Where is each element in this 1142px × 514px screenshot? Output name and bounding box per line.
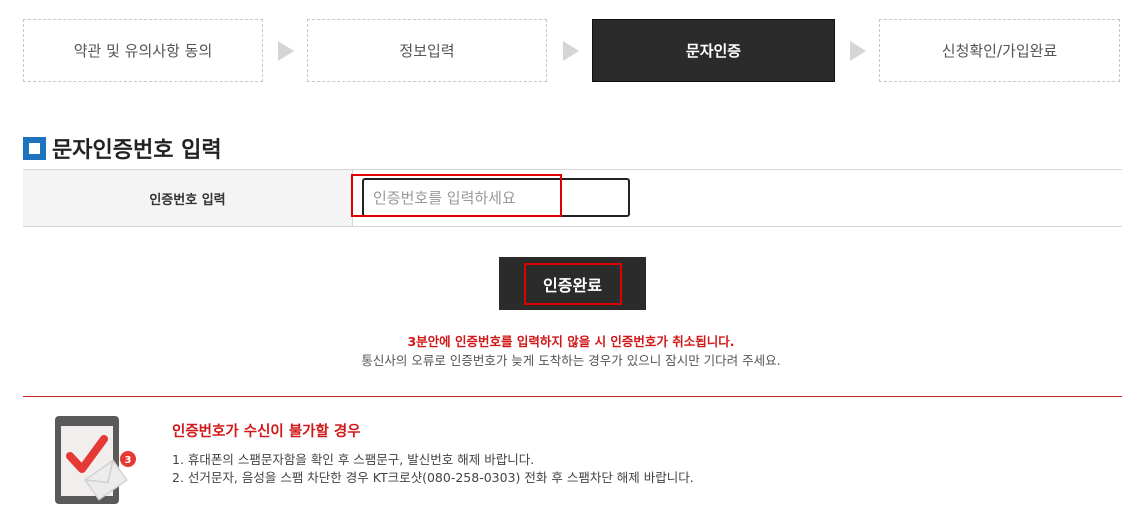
list-item: 2. 선거문자, 음성을 스팸 차단한 경우 KT크로샷(080-258-030… — [172, 470, 694, 485]
step-label: 신청확인/가입완료 — [941, 42, 1058, 60]
phone-check-icon: 3 — [55, 416, 136, 504]
step-complete: 신청확인/가입완료 — [879, 19, 1120, 82]
step-label: 정보입력 — [399, 42, 455, 60]
step-label: 약관 및 유의사항 동의 — [73, 42, 213, 60]
help-list: 1. 휴대폰의 스팸문자함을 확인 후 스팸문구, 발신번호 해제 바랍니다. … — [172, 451, 694, 487]
step-terms: 약관 및 유의사항 동의 — [23, 19, 263, 82]
step-arrow-icon — [563, 41, 579, 61]
section-title: 문자인증번호 입력 — [52, 138, 222, 163]
step-progress: 약관 및 유의사항 동의 정보입력 문자인증 신청확인/가입완료 — [23, 19, 1120, 82]
auth-code-label: 인증번호 입력 — [23, 170, 353, 226]
timeout-notice: 3분안에 인증번호를 입력하지 않을 시 인증번호가 취소됩니다. — [407, 334, 735, 349]
divider — [23, 396, 1122, 397]
square-bullet-icon — [23, 136, 46, 160]
section-header: 문자인증번호 입력 — [23, 134, 222, 163]
auth-code-form-row: 인증번호 입력 — [23, 169, 1122, 227]
step-label: 문자인증 — [685, 42, 742, 60]
help-title: 인증번호가 수신이 불가할 경우 — [172, 424, 361, 440]
list-item: 1. 휴대폰의 스팸문자함을 확인 후 스팸문구, 발신번호 해제 바랍니다. — [172, 452, 535, 467]
step-info-input: 정보입력 — [307, 19, 547, 82]
confirm-auth-button[interactable]: 인증완료 — [499, 257, 646, 310]
auth-code-input[interactable] — [362, 178, 630, 217]
delay-notice: 통신사의 오류로 인증번호가 늦게 도착하는 경우가 있으니 잠시만 기다려 주… — [361, 353, 781, 368]
step-arrow-icon — [850, 41, 866, 61]
step-sms-auth: 문자인증 — [592, 19, 835, 82]
step-arrow-icon — [278, 41, 294, 61]
badge-count: 3 — [125, 455, 132, 466]
